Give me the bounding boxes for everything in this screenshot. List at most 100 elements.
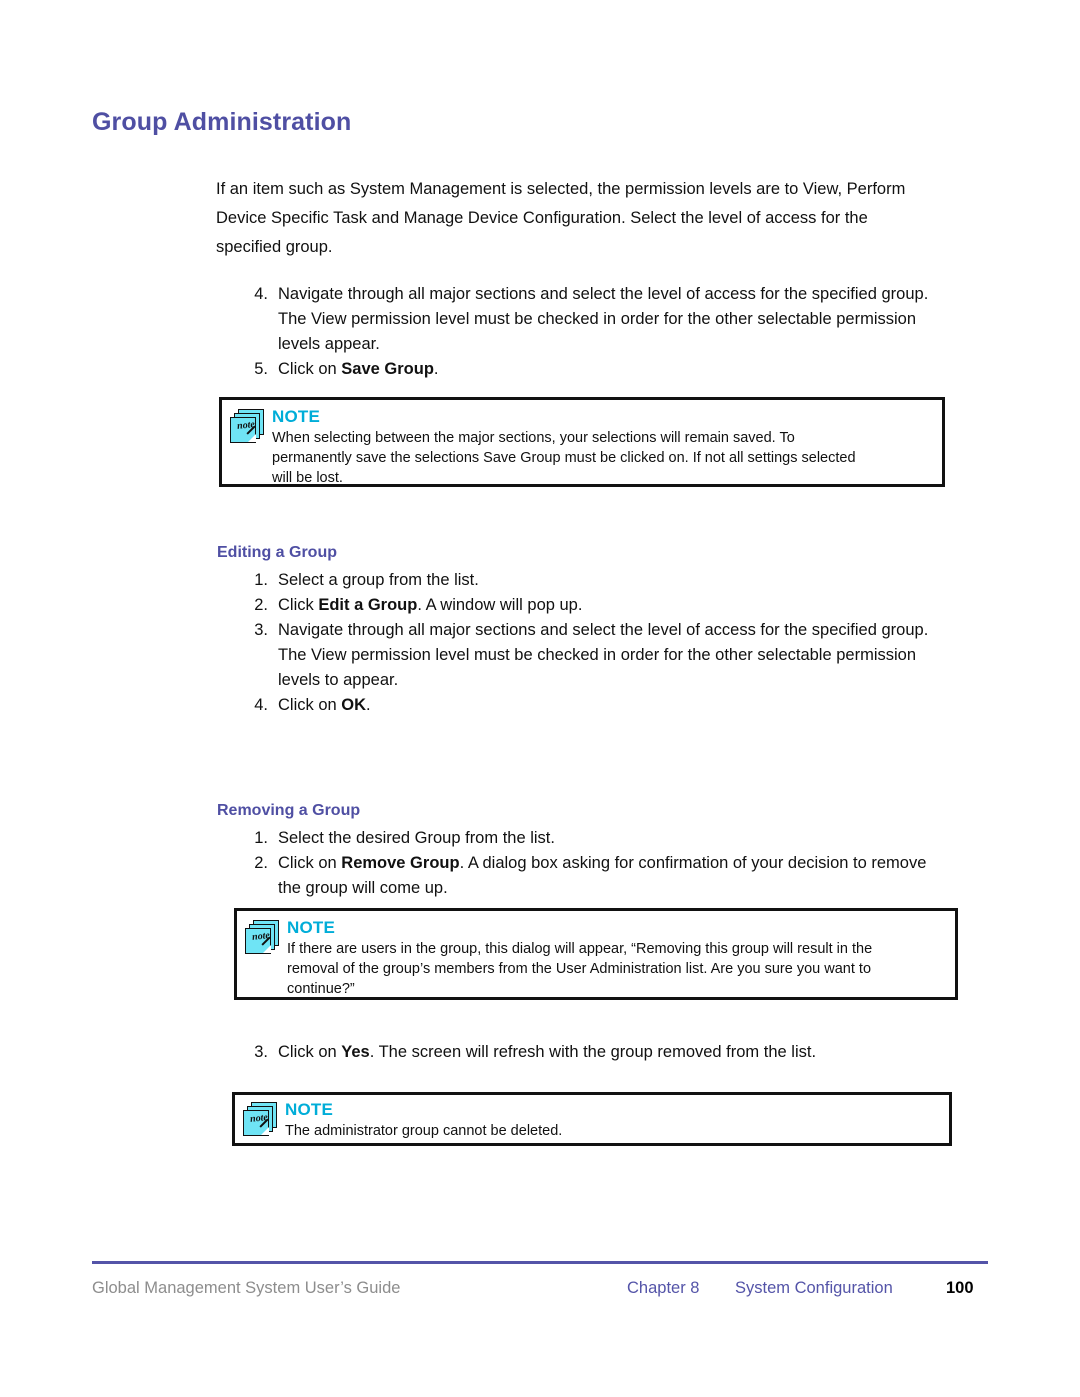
note-text: When selecting between the major section… xyxy=(272,428,932,488)
list-item-line: Navigate through all major sections and … xyxy=(278,621,929,639)
list-item-text: Click on OK. xyxy=(278,693,982,718)
note-fold-corner xyxy=(263,945,271,953)
text-pre: Click on xyxy=(278,854,342,872)
list-item-line: The View permission level must be checke… xyxy=(278,646,917,664)
note-box-2: note NOTE If there are users in the grou… xyxy=(234,908,958,1000)
note-line: The administrator group cannot be delete… xyxy=(285,1123,563,1139)
note-label: NOTE xyxy=(287,918,336,937)
list-item: 3. Click on Yes. The screen will refresh… xyxy=(240,1040,992,1065)
note-icon-container: note xyxy=(237,911,279,954)
note-body: NOTE If there are users in the group, th… xyxy=(279,911,955,1007)
list-item-number: 3. xyxy=(254,1043,268,1061)
list-item-line: Click on Save Group. xyxy=(278,357,982,382)
note-text: If there are users in the group, this di… xyxy=(287,939,945,999)
list-item-number: 1. xyxy=(254,571,268,589)
section-heading-removing: Removing a Group xyxy=(217,802,361,819)
note-stack-icon: note xyxy=(245,920,279,954)
note-label: NOTE xyxy=(285,1100,334,1119)
list-item-line: Click on OK. xyxy=(278,693,982,718)
list-item: 1. Select the desired Group from the lis… xyxy=(240,826,992,851)
text-pre: Click on xyxy=(278,1043,342,1061)
list-item-line: levels appear. xyxy=(278,335,380,353)
footer-page-number: 100 xyxy=(946,1279,974,1297)
text-post: . A window will pop up. xyxy=(417,596,583,614)
list-item: 4. Click on OK. xyxy=(240,693,982,718)
note-icon-container: note xyxy=(235,1095,277,1136)
footer-section: System Configuration xyxy=(735,1279,893,1297)
section-heading-editing: Editing a Group xyxy=(217,544,337,561)
list-item-number: 4. xyxy=(254,285,268,303)
list-item-line: Click Edit a Group. A window will pop up… xyxy=(278,593,982,618)
note-line: When selecting between the major section… xyxy=(272,430,795,446)
note-line: If there are users in the group, this di… xyxy=(287,941,873,957)
text-bold: OK xyxy=(341,696,367,714)
footer-chapter: Chapter 8 xyxy=(627,1279,700,1297)
note-body: NOTE The administrator group cannot be d… xyxy=(277,1095,949,1149)
after-note-list: 3. Click on Yes. The screen will refresh… xyxy=(240,1040,992,1065)
document-page: Group Administration If an item such as … xyxy=(0,0,1080,1397)
text-post: . A dialog box asking for confirmation o… xyxy=(459,854,927,872)
top-ordered-list: 4. Navigate through all major sections a… xyxy=(240,282,982,382)
list-item-text: Navigate through all major sections and … xyxy=(278,618,982,693)
text-pre: Click on xyxy=(278,360,342,378)
editing-ordered-list: 1. Select a group from the list. 2. Clic… xyxy=(240,568,982,718)
note-box-3: note NOTE The administrator group cannot… xyxy=(232,1092,952,1146)
footer-divider xyxy=(92,1261,988,1264)
note-line: continue?” xyxy=(287,981,355,997)
page-title: Group Administration xyxy=(92,108,352,136)
list-item-text: Click on Save Group. xyxy=(278,357,982,382)
note-body: NOTE When selecting between the major se… xyxy=(264,400,942,496)
list-item-text: Select a group from the list. xyxy=(278,568,982,593)
list-item-number: 1. xyxy=(254,829,268,847)
list-item-text: Navigate through all major sections and … xyxy=(278,282,982,357)
text-pre: Click xyxy=(278,596,319,614)
list-item: 1. Select a group from the list. xyxy=(240,568,982,593)
note-line: removal of the group’s members from the … xyxy=(287,961,872,977)
list-item-number: 2. xyxy=(254,596,268,614)
note-fold-corner xyxy=(248,434,256,442)
list-item-number: 2. xyxy=(254,854,268,872)
list-item-number: 5. xyxy=(254,360,268,378)
note-line: will be lost. xyxy=(272,470,343,486)
intro-line-1: If an item such as System Management is … xyxy=(216,180,906,198)
text-post: . xyxy=(433,360,439,378)
page-footer: Global Management System User’s Guide Ch… xyxy=(92,1279,988,1305)
list-item-line: Click on Remove Group. A dialog box aski… xyxy=(278,851,992,876)
text-bold: Edit a Group xyxy=(318,596,418,614)
list-item-line: levels to appear. xyxy=(278,671,399,689)
list-item-line: Select the desired Group from the list. xyxy=(278,829,555,847)
list-item-line: Select a group from the list. xyxy=(278,571,479,589)
text-post: . xyxy=(366,696,371,714)
intro-paragraph: If an item such as System Management is … xyxy=(216,175,976,262)
note-line: permanently save the selections Save Gro… xyxy=(272,450,856,466)
intro-line-2: Device Specific Task and Manage Device C… xyxy=(216,209,868,227)
list-item: 4. Navigate through all major sections a… xyxy=(240,282,982,357)
text-pre: Click on xyxy=(278,696,342,714)
list-item-text: Select the desired Group from the list. xyxy=(278,826,992,851)
note-label: NOTE xyxy=(272,407,321,426)
note-box-1: note NOTE When selecting between the maj… xyxy=(219,397,945,487)
removing-ordered-list: 1. Select the desired Group from the lis… xyxy=(240,826,992,901)
text-bold: Save Group xyxy=(341,360,434,378)
list-item-text: Click Edit a Group. A window will pop up… xyxy=(278,593,982,618)
list-item-line: The View permission level must be checke… xyxy=(278,310,917,328)
list-item-number: 3. xyxy=(254,621,268,639)
list-item: 3. Navigate through all major sections a… xyxy=(240,618,982,693)
list-item-line: Navigate through all major sections and … xyxy=(278,285,929,303)
list-item-number: 4. xyxy=(254,696,268,714)
text-bold: Remove Group xyxy=(341,854,460,872)
note-stack-icon: note xyxy=(230,409,264,443)
list-item-line: Click on Yes. The screen will refresh wi… xyxy=(278,1040,992,1065)
list-item: 2. Click Edit a Group. A window will pop… xyxy=(240,593,982,618)
note-text: The administrator group cannot be delete… xyxy=(285,1121,939,1141)
list-item-text: Click on Yes. The screen will refresh wi… xyxy=(278,1040,992,1065)
note-fold-corner xyxy=(261,1127,269,1135)
intro-line-3: specified group. xyxy=(216,238,333,256)
text-bold: Yes xyxy=(341,1043,370,1061)
note-icon-container: note xyxy=(222,400,264,443)
list-item: 5. Click on Save Group. xyxy=(240,357,982,382)
footer-guide-title: Global Management System User’s Guide xyxy=(92,1279,401,1297)
note-stack-icon: note xyxy=(243,1102,277,1136)
list-item-text: Click on Remove Group. A dialog box aski… xyxy=(278,851,992,901)
list-item-line: the group will come up. xyxy=(278,879,448,897)
